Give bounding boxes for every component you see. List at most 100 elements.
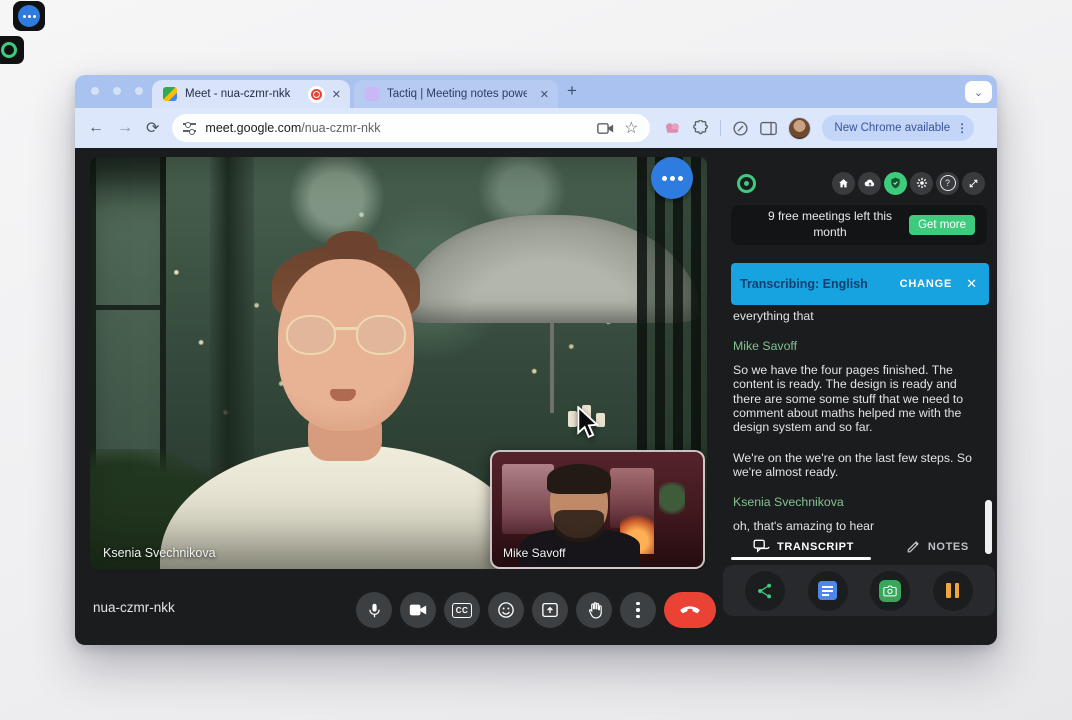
forward-button[interactable]: → <box>117 119 133 137</box>
tab-title: Meet - nua-czmr-nkk <box>185 88 290 100</box>
site-settings-icon[interactable] <box>183 123 196 133</box>
hand-icon <box>586 601 603 619</box>
url-text: meet.google.com/nua-czmr-nkk <box>205 121 380 135</box>
camera-in-use-icon[interactable] <box>597 122 614 135</box>
tab-close-icon[interactable]: ✕ <box>540 88 549 101</box>
help-icon: ? <box>940 175 956 191</box>
banner-text: 9 free meetings left this month <box>751 209 909 240</box>
mic-button[interactable] <box>356 592 392 628</box>
meet-page: Ksenia Svechnikova Mike Savoff <box>75 148 997 645</box>
tab-close-icon[interactable]: ✕ <box>332 88 341 101</box>
tab-notes[interactable]: NOTES <box>906 539 969 554</box>
google-docs-button[interactable] <box>808 571 848 611</box>
participant-name-label: Ksenia Svechnikova <box>103 546 216 560</box>
get-more-button[interactable]: Get more <box>909 215 975 235</box>
gear-icon <box>916 177 928 189</box>
raise-hand-button[interactable] <box>576 592 612 628</box>
end-call-button[interactable] <box>664 592 716 628</box>
bookmark-star-icon[interactable]: ☆ <box>624 118 638 138</box>
transcript-text: oh, that's amazing to hear <box>733 519 973 533</box>
recording-indicator-icon <box>308 86 325 103</box>
transcript-speaker: Ksenia Svechnikova <box>733 495 973 509</box>
tab-overflow-button[interactable]: ⌄ <box>965 81 992 103</box>
tab-strip: Meet - nua-czmr-nkk ✕ Tactiq | Meeting n… <box>75 75 997 108</box>
transcript-text: So we have the four pages finished. The … <box>733 363 973 435</box>
camera-button[interactable] <box>400 592 436 628</box>
expand-arrows-icon <box>968 178 979 189</box>
tactiq-action-bar <box>723 565 995 616</box>
transcribing-label: Transcribing: English <box>740 277 868 291</box>
upload-button[interactable] <box>858 172 881 195</box>
mouse-cursor-icon <box>575 406 601 440</box>
captions-button[interactable]: CC <box>444 592 480 628</box>
toolbar-divider <box>720 120 721 136</box>
tab-title: Tactiq | Meeting notes powe <box>387 88 527 100</box>
reload-button[interactable]: ⟳ <box>146 118 159 138</box>
side-panel-icon[interactable] <box>760 121 777 136</box>
close-transcribing-icon[interactable]: ✕ <box>966 276 977 292</box>
browser-toolbar: ← → ⟳ meet.google.com/nua-czmr-nkk ☆ <box>75 108 997 148</box>
window-minimize-button[interactable] <box>113 87 121 95</box>
tab-meet[interactable]: Meet - nua-czmr-nkk ✕ <box>152 80 350 108</box>
docs-icon <box>818 581 837 600</box>
transcribing-bar: Transcribing: English CHANGE ✕ <box>731 263 989 305</box>
screenshot-button[interactable] <box>870 571 910 611</box>
pink-extension-icon[interactable] <box>664 121 681 135</box>
tactiq-panel: ? 9 free meetings left this month Get mo… <box>723 148 995 645</box>
home-button[interactable] <box>832 172 855 195</box>
shield-check-icon <box>890 177 901 189</box>
tab-transcript[interactable]: TRANSCRIPT <box>753 539 854 554</box>
chat-dots-badge[interactable] <box>651 157 693 199</box>
chrome-update-button[interactable]: New Chrome available ⋮ <box>822 115 974 141</box>
extensions-puzzle-icon[interactable] <box>692 120 709 137</box>
expand-button[interactable] <box>962 172 985 195</box>
smiley-icon <box>497 601 515 619</box>
meeting-code-label: nua-czmr-nkk <box>93 600 175 615</box>
more-options-button[interactable] <box>620 592 656 628</box>
present-button[interactable] <box>532 592 568 628</box>
transcript-scrollbar-thumb[interactable] <box>985 500 992 554</box>
camera-icon <box>409 603 427 617</box>
change-language-button[interactable]: CHANGE <box>900 278 952 290</box>
settings-button[interactable] <box>910 172 933 195</box>
chat-icon <box>753 539 770 554</box>
captions-icon: CC <box>452 603 472 618</box>
update-label: New Chrome available <box>834 122 950 134</box>
browser-menu-icon[interactable]: ⋮ <box>956 121 968 135</box>
pause-button[interactable] <box>933 571 973 611</box>
floating-chat-badge <box>13 1 45 31</box>
end-call-icon <box>679 605 701 615</box>
privacy-shield-button[interactable] <box>884 172 907 195</box>
meet-favicon-icon <box>163 87 177 101</box>
transcript-list[interactable]: everything thatMike SavoffSo we have the… <box>733 309 973 533</box>
tab-tactiq[interactable]: Tactiq | Meeting notes powe ✕ <box>354 80 558 108</box>
help-button[interactable]: ? <box>936 172 959 195</box>
chat-dots-icon <box>18 5 40 27</box>
transcript-text: We're on the we're on the last few steps… <box>733 451 973 480</box>
mic-icon <box>366 602 383 619</box>
back-button[interactable]: ← <box>88 119 104 137</box>
floating-tactiq-badge <box>0 36 24 64</box>
free-meetings-banner: 9 free meetings left this month Get more <box>731 205 987 245</box>
reactions-button[interactable] <box>488 592 524 628</box>
more-options-icon <box>636 602 640 619</box>
share-button[interactable] <box>745 571 785 611</box>
new-tab-button[interactable]: + <box>567 81 577 101</box>
tactiq-favicon-icon <box>365 87 379 101</box>
tactiq-logo-icon <box>737 174 756 193</box>
window-zoom-button[interactable] <box>135 87 143 95</box>
pencil-icon <box>906 539 921 554</box>
sidebar-tabs: TRANSCRIPT NOTES <box>723 533 995 560</box>
window-close-button[interactable] <box>91 87 99 95</box>
pause-icon <box>946 583 959 598</box>
loom-extension-icon[interactable] <box>732 120 749 137</box>
video-tile-mike[interactable]: Mike Savoff <box>490 450 705 569</box>
transcript-text: everything that <box>733 309 973 323</box>
video-tile-ksenia[interactable]: Ksenia Svechnikova Mike Savoff <box>90 157 707 569</box>
participant-name-label: Mike Savoff <box>503 546 565 560</box>
browser-window: Meet - nua-czmr-nkk ✕ Tactiq | Meeting n… <box>75 75 997 645</box>
desktop-background: Meet - nua-czmr-nkk ✕ Tactiq | Meeting n… <box>0 0 1072 720</box>
meet-control-bar: nua-czmr-nkk CC <box>75 569 723 645</box>
address-bar[interactable]: meet.google.com/nua-czmr-nkk ☆ <box>172 114 650 142</box>
profile-avatar[interactable] <box>788 117 811 140</box>
